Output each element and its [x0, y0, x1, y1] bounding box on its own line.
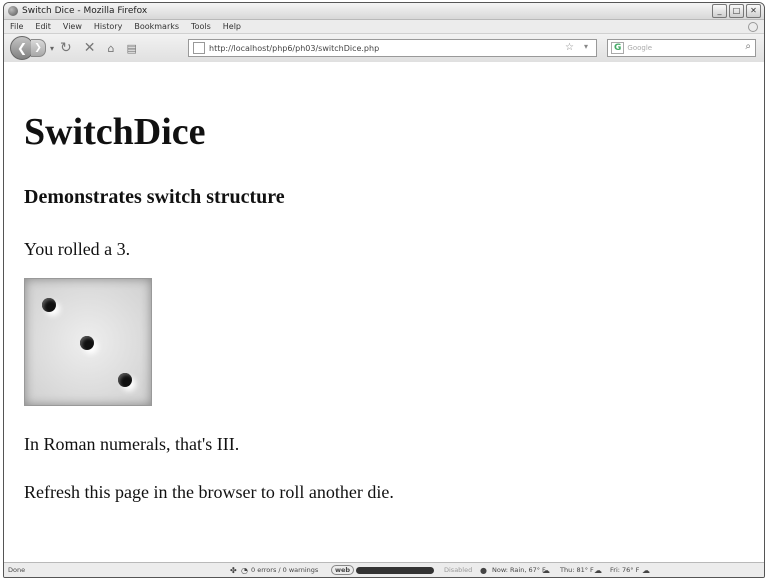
- addon-icon[interactable]: ✤: [230, 566, 237, 575]
- maximize-button[interactable]: □: [729, 4, 744, 18]
- url-text: http://localhost/php6/ph03/switchDice.ph…: [209, 43, 380, 53]
- minimize-button[interactable]: _: [712, 4, 727, 18]
- reload-icon[interactable]: ↻: [60, 40, 72, 56]
- menu-file[interactable]: File: [10, 22, 23, 31]
- weather-icon: ●: [480, 565, 487, 575]
- weather-fri: Fri: 76° F: [610, 566, 640, 574]
- firefox-icon: [8, 6, 18, 16]
- window-controls: _ □ ✕: [712, 4, 761, 18]
- menu-help[interactable]: Help: [223, 22, 241, 31]
- star-icon[interactable]: ☆: [565, 42, 574, 53]
- back-arrow-icon: ❮: [16, 41, 28, 55]
- google-engine-icon[interactable]: G: [611, 42, 625, 54]
- menu-history[interactable]: History: [94, 22, 122, 31]
- cloud-icon: ☁: [642, 565, 650, 575]
- status-bar: Done ✤ ◔ 0 errors / 0 warnings web Disab…: [4, 562, 764, 577]
- bookmark-page-icon[interactable]: ▤: [126, 42, 136, 55]
- site-identity-icon: [193, 42, 205, 54]
- roll-result-text: You rolled a 3.: [24, 239, 131, 259]
- webdev-bar[interactable]: [356, 567, 434, 574]
- disabled-status: Disabled: [444, 566, 473, 574]
- menu-bookmarks[interactable]: Bookmarks: [134, 22, 179, 31]
- page-subheading: Demonstrates switch structure: [24, 186, 285, 208]
- title-bar: Switch Dice - Mozilla Firefox _ □ ✕: [4, 3, 764, 20]
- die-pip: [118, 373, 132, 387]
- address-bar[interactable]: http://localhost/php6/ph03/switchDice.ph…: [188, 39, 597, 57]
- weather-thu: Thu: 81° F: [560, 566, 594, 574]
- die-image: [24, 278, 152, 406]
- webdev-toolbar[interactable]: web: [331, 565, 355, 575]
- refresh-instruction-text: Refresh this page in the browser to roll…: [24, 482, 394, 502]
- status-text: Done: [8, 566, 26, 574]
- cloud-icon: ☁: [542, 565, 550, 575]
- close-button[interactable]: ✕: [746, 4, 761, 18]
- menu-tools[interactable]: Tools: [191, 22, 211, 31]
- menu-view[interactable]: View: [63, 22, 82, 31]
- die-pip: [80, 336, 94, 350]
- error-console-icon[interactable]: ◔: [241, 566, 248, 575]
- window-title: Switch Dice - Mozilla Firefox: [22, 6, 148, 16]
- menu-edit[interactable]: Edit: [35, 22, 51, 31]
- throbber-icon: [748, 22, 758, 32]
- weather-now: Now: Rain, 67° F: [492, 566, 546, 574]
- navigation-toolbar: ❮ ❯ ▾ ↻ ✕ ⌂ ▤ http://localhost/php6/ph03…: [4, 34, 764, 63]
- stop-icon[interactable]: ✕: [84, 40, 96, 56]
- roman-numeral-text: In Roman numerals, that's III.: [24, 434, 240, 454]
- browser-window: Switch Dice - Mozilla Firefox _ □ ✕ File…: [3, 2, 765, 578]
- forward-arrow-icon: ❯: [34, 43, 42, 53]
- die-pip: [42, 298, 56, 312]
- search-box[interactable]: G Google ⌕: [607, 39, 756, 57]
- home-icon[interactable]: ⌂: [107, 42, 114, 55]
- page-content: SwitchDice Demonstrates switch structure…: [4, 62, 764, 563]
- forward-button[interactable]: ❯: [31, 39, 46, 57]
- page-heading: SwitchDice: [24, 111, 206, 153]
- history-dropdown-icon[interactable]: ▾: [50, 44, 54, 53]
- error-count[interactable]: 0 errors / 0 warnings: [251, 566, 318, 574]
- search-placeholder: Google: [627, 44, 653, 52]
- search-icon[interactable]: ⌕: [745, 41, 751, 52]
- menu-bar: File Edit View History Bookmarks Tools H…: [4, 20, 764, 34]
- cloud-icon: ☁: [594, 565, 602, 575]
- url-dropdown-icon[interactable]: ▾: [584, 42, 588, 51]
